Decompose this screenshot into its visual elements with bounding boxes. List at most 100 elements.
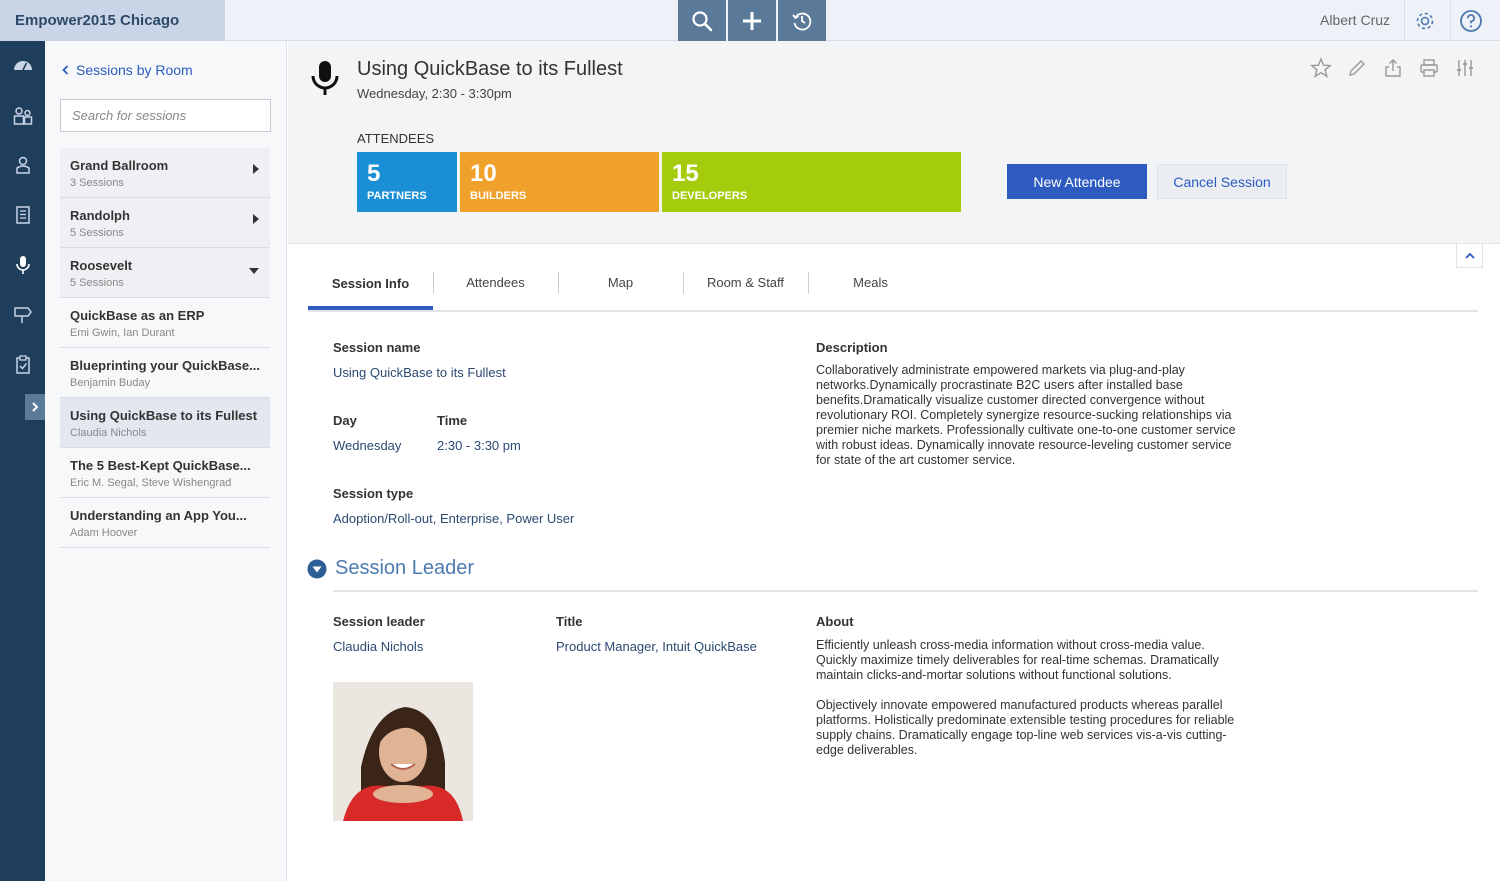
settings-button[interactable] xyxy=(1404,0,1444,41)
nav-tasks[interactable] xyxy=(12,354,34,376)
pencil-icon xyxy=(1349,60,1365,76)
left-nav xyxy=(0,41,45,881)
nav-people[interactable] xyxy=(12,154,34,176)
search-icon xyxy=(692,10,713,31)
item-name: The 5 Best-Kept QuickBase... xyxy=(70,458,251,473)
session-icon xyxy=(308,59,342,104)
item-name: Using QuickBase to its Fullest xyxy=(70,408,258,423)
search-button[interactable] xyxy=(678,0,728,41)
chevron-right-icon xyxy=(32,402,39,412)
item-subtitle: Emi Gwin, Ian Durant xyxy=(70,327,175,339)
day-label: Day xyxy=(333,413,357,428)
text-line: maintain clicks-and-mortar solutions wit… xyxy=(816,668,1172,682)
top-actions xyxy=(678,0,826,41)
attendee-count-partners[interactable]: 5 PARTNERS xyxy=(357,152,457,212)
document-icon xyxy=(16,206,30,224)
help-button[interactable] xyxy=(1450,0,1490,41)
nav-dashboard[interactable] xyxy=(12,55,34,77)
item-name: QuickBase as an ERP xyxy=(70,308,205,323)
printer-icon xyxy=(1420,59,1438,77)
session-item[interactable]: The 5 Best-Kept QuickBase... Eric M. Sega… xyxy=(60,448,270,498)
session-item[interactable]: QuickBase as an ERP Emi Gwin, Ian Durant xyxy=(60,298,270,348)
caret-down-icon xyxy=(248,262,260,280)
collapse-circle-icon xyxy=(307,559,327,578)
text-line: Efficiently unleash cross-media informat… xyxy=(816,638,1205,652)
session-item[interactable]: Using QuickBase to its Fullest Claudia Ni… xyxy=(60,398,270,448)
sliders-icon xyxy=(1457,60,1473,76)
leader-title-label: Title xyxy=(556,614,583,629)
expand-nav-button[interactable] xyxy=(25,394,45,420)
session-leader-header[interactable]: Session Leader xyxy=(307,557,474,580)
about-text-2: Objectively innovate empowered manufactu… xyxy=(816,698,1234,758)
time-label: Time xyxy=(437,413,468,428)
session-datetime: Wednesday, 2:30 - 3:30pm xyxy=(357,86,512,101)
share-button[interactable] xyxy=(1382,57,1404,79)
attendees-label: ATTENDEES xyxy=(357,131,435,146)
back-to-rooms-link[interactable]: Sessions by Room xyxy=(62,62,193,78)
attendee-category: DEVELOPERS xyxy=(672,190,748,202)
session-item[interactable]: Blueprinting your QuickBase... Benjamin B… xyxy=(60,348,270,398)
app-title[interactable]: Empower2015 Chicago xyxy=(0,0,225,41)
top-bar: Empower2015 Chicago Albert Cruz xyxy=(0,0,1500,41)
nav-documents[interactable] xyxy=(12,204,34,226)
about-label: About xyxy=(816,614,854,629)
customize-button[interactable] xyxy=(1454,57,1476,79)
attendee-count: 15 xyxy=(672,160,699,187)
person-icon xyxy=(16,156,30,174)
nav-groups[interactable] xyxy=(12,105,34,127)
history-icon xyxy=(792,12,812,30)
item-subtitle: 3 Sessions xyxy=(70,177,124,189)
edit-button[interactable] xyxy=(1346,57,1368,79)
attendee-count-builders[interactable]: 10 BUILDERS xyxy=(460,152,659,212)
add-button[interactable] xyxy=(728,0,778,41)
history-button[interactable] xyxy=(778,0,826,41)
tab-meals[interactable]: Meals xyxy=(808,266,933,310)
leader-photo xyxy=(333,682,473,821)
person-photo-icon xyxy=(333,682,473,821)
microphone-icon xyxy=(16,256,30,274)
item-subtitle: Claudia Nichols xyxy=(70,427,147,439)
session-leader-value: Claudia Nichols xyxy=(333,639,424,654)
room-item[interactable]: Grand Ballroom 3 Sessions xyxy=(60,148,270,198)
tab-map[interactable]: Map xyxy=(558,266,683,310)
star-icon xyxy=(1310,57,1332,78)
session-name-value: Using QuickBase to its Fullest xyxy=(333,365,506,380)
text-line: with robust ideas. Dynamically innovate … xyxy=(816,438,1232,452)
collapse-header-button[interactable] xyxy=(1456,244,1483,268)
share-icon xyxy=(1385,59,1401,77)
attendee-count-developers[interactable]: 15 DEVELOPERS xyxy=(662,152,961,212)
nav-sessions[interactable] xyxy=(12,254,34,276)
search-sessions-input[interactable] xyxy=(60,99,271,132)
groups-icon xyxy=(13,107,33,125)
session-leader-label: Session leader xyxy=(333,614,425,629)
text-line: platforms. Holistically predominate exte… xyxy=(816,713,1235,727)
description-label: Description xyxy=(816,340,888,355)
nav-directions[interactable] xyxy=(12,303,34,325)
session-item[interactable]: Understanding an App You... Adam Hoover xyxy=(60,498,270,548)
tab-attendees[interactable]: Attendees xyxy=(433,266,558,310)
plus-icon xyxy=(743,11,761,30)
new-attendee-button[interactable]: New Attendee xyxy=(1007,164,1147,199)
back-link-label: Sessions by Room xyxy=(76,62,193,78)
help-icon xyxy=(1459,9,1482,32)
tab-room-staff[interactable]: Room & Staff xyxy=(683,266,808,310)
favorite-button[interactable] xyxy=(1310,57,1332,79)
text-line: Collaboratively administrate empowered m… xyxy=(816,363,1185,377)
room-item[interactable]: Roosevelt 5 Sessions xyxy=(60,248,270,298)
item-name: Blueprinting your QuickBase... xyxy=(70,358,260,373)
item-subtitle: Adam Hoover xyxy=(70,527,138,539)
session-header: Using QuickBase to its Fullest Wednesday… xyxy=(288,41,1500,244)
leader-title-value: Product Manager, Intuit QuickBase xyxy=(556,639,757,654)
tab-session-info[interactable]: Session Info xyxy=(308,266,433,310)
caret-right-icon xyxy=(252,162,260,180)
attendee-summary: 5 PARTNERS 10 BUILDERS 15 DEVELOPERS xyxy=(357,152,961,212)
session-type-label: Session type xyxy=(333,486,414,501)
text-line: supply chains. Dramatically engage top-l… xyxy=(816,728,1227,742)
user-name[interactable]: Albert Cruz xyxy=(1320,0,1390,41)
attendee-count: 10 xyxy=(470,160,497,187)
room-item[interactable]: Randolph 5 Sessions xyxy=(60,198,270,248)
page-title: Using QuickBase to its Fullest xyxy=(357,58,623,80)
cancel-session-button[interactable]: Cancel Session xyxy=(1157,164,1287,199)
section-title: Session Leader xyxy=(335,557,474,579)
print-button[interactable] xyxy=(1418,57,1440,79)
